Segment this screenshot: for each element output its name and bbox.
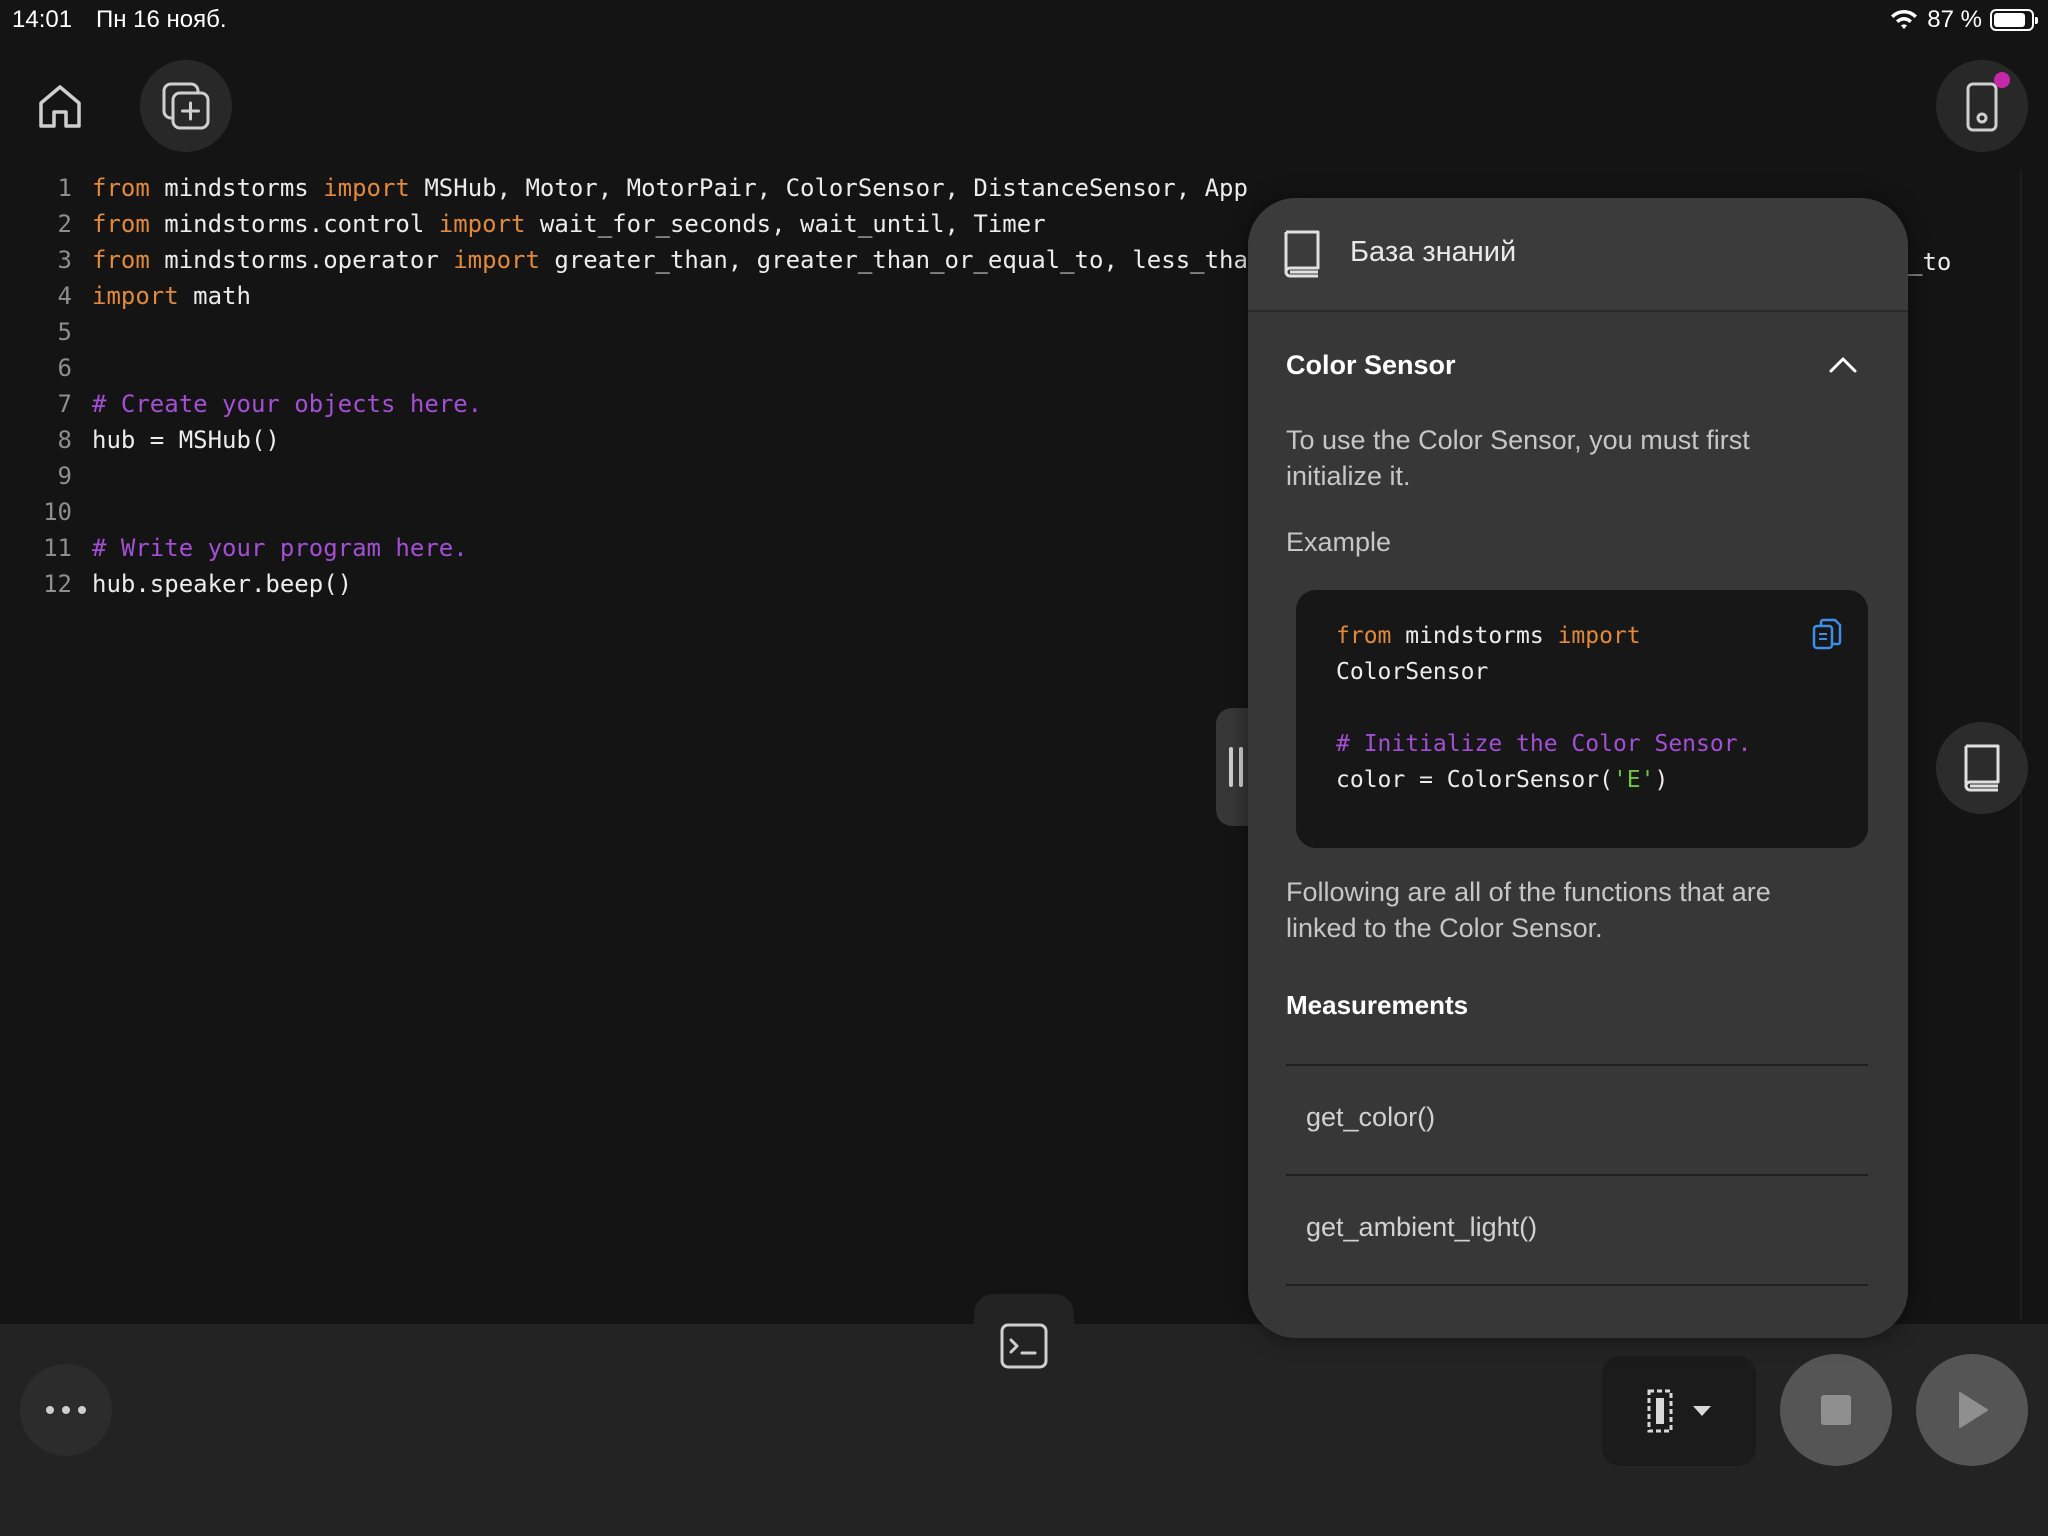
home-icon: [39, 85, 81, 128]
home-button[interactable]: [14, 60, 106, 152]
code-line[interactable]: 5: [28, 314, 92, 350]
battery-icon: [1990, 9, 2038, 31]
measurements-title: Measurements: [1286, 990, 1469, 1020]
code-keyword: import: [438, 210, 526, 238]
status-time: 14:01: [12, 6, 73, 33]
code-line[interactable]: 8 hub = MSHub(): [28, 422, 280, 458]
intro-text: To use the Color Sensor, you must first …: [1286, 425, 1750, 491]
code-line[interactable]: 12 hub.speaker.beep(): [28, 566, 352, 602]
code-line[interactable]: 10: [28, 494, 92, 530]
function-item-get-ambient-light[interactable]: get_ambient_light(): [1286, 1174, 1868, 1286]
more-options-button[interactable]: [20, 1364, 112, 1456]
book-icon: [1964, 744, 2000, 792]
knowledge-base-toggle-button[interactable]: [1936, 722, 2028, 814]
book-icon: [1284, 230, 1320, 278]
knowledge-base-title: База знаний: [1350, 236, 1517, 268]
code-comment: # Initialize the Color Sensor.: [1336, 731, 1752, 757]
console-toggle-tab[interactable]: [974, 1294, 1074, 1398]
code-keyword: import: [323, 174, 410, 202]
code-keyword: from: [92, 210, 150, 238]
wifi-icon: [1891, 9, 1918, 29]
code-line[interactable]: 11 # Write your program here.: [28, 530, 468, 566]
code-keyword: import: [92, 282, 179, 310]
code-keyword: import: [453, 246, 540, 274]
code-line-1: from mindstorms import: [1336, 618, 1641, 654]
code-line-3-overflow: _to: [1908, 248, 1952, 276]
code-line[interactable]: 9: [28, 458, 92, 494]
terminal-icon: [1000, 1323, 1048, 1369]
code-text: wait_for_seconds, wait_until, Timer: [525, 210, 1046, 238]
code-comment: # Create your objects here.: [92, 390, 483, 418]
functions-intro-text: Following are all of the functions that …: [1286, 877, 1771, 943]
code-line[interactable]: 2 from mindstorms.control import wait_for…: [28, 206, 1046, 242]
function-item-get-color[interactable]: get_color(): [1286, 1064, 1868, 1174]
code-string: 'E': [1612, 767, 1655, 793]
code-comment: # Write your program here.: [92, 534, 468, 562]
code-keyword: from: [92, 174, 150, 202]
code-text: color = ColorSensor(: [1336, 767, 1613, 793]
code-text: mindstorms: [1391, 623, 1558, 649]
code-line[interactable]: 3 from mindstorms.operator import greater…: [28, 242, 1248, 278]
code-keyword: import: [1557, 623, 1641, 649]
function-label: get_color(): [1306, 1102, 1436, 1132]
notification-dot: [1994, 72, 2010, 88]
code-keyword: from: [92, 246, 150, 274]
editor-scrollbar-track[interactable]: [2020, 170, 2048, 1320]
code-text: hub = MSHub(): [92, 426, 280, 454]
line-number: 6: [57, 354, 72, 382]
code-line-2: ColorSensor: [1336, 659, 1489, 685]
stop-icon: [1821, 1395, 1851, 1425]
code-text: mindstorms: [149, 174, 324, 202]
line-number: 1: [57, 174, 72, 202]
line-number: 9: [57, 462, 72, 490]
code-text: mindstorms.operator: [149, 246, 454, 274]
code-line[interactable]: 6: [28, 350, 92, 386]
code-text: hub.speaker.beep(): [92, 570, 353, 598]
example-code-block: from mindstorms import ColorSensor # Ini…: [1296, 590, 1868, 848]
chevron-down-icon: [1693, 1406, 1711, 1416]
line-number: 10: [43, 498, 72, 526]
code-text: greater_than, greater_than_or_equal_to, …: [539, 246, 1248, 274]
status-bar: 14:01 Пн 16 нояб. 87 %: [0, 0, 2048, 40]
chevron-up-icon[interactable]: [1828, 354, 1858, 374]
code-line[interactable]: 1 from mindstorms import MSHub, Motor, Mo…: [28, 170, 1248, 206]
line-number: 11: [43, 534, 72, 562]
battery-fill: [1994, 13, 2026, 27]
line-number: 5: [57, 318, 72, 346]
knowledge-base-header: База знаний: [1248, 198, 1908, 312]
new-project-button[interactable]: [140, 60, 232, 152]
code-line[interactable]: 7 # Create your objects here.: [28, 386, 483, 422]
code-text: math: [178, 282, 251, 310]
stop-button[interactable]: [1780, 1354, 1892, 1466]
play-button[interactable]: [1916, 1354, 2028, 1466]
hub-connection-button[interactable]: [1936, 60, 2028, 152]
copy-icon[interactable]: [1812, 618, 1842, 652]
line-number: 12: [43, 570, 72, 598]
code-text: mindstorms.control: [149, 210, 439, 238]
play-icon: [1959, 1392, 1988, 1428]
code-line-4: color = ColorSensor('E'): [1336, 762, 1668, 798]
more-icon: [46, 1406, 86, 1414]
code-text: MSHub, Motor, MotorPair, ColorSensor, Di…: [409, 174, 1248, 202]
section-title[interactable]: Color Sensor: [1286, 350, 1456, 381]
status-date: Пн 16 нояб.: [96, 6, 227, 33]
slot-selector[interactable]: [1602, 1356, 1756, 1466]
add-project-icon: [162, 82, 210, 130]
hub-slot-icon: [1647, 1389, 1673, 1433]
line-number: 3: [57, 246, 72, 274]
function-label: get_ambient_light(): [1306, 1212, 1538, 1242]
example-label: Example: [1286, 527, 1392, 557]
knowledge-base-panel: База знаний Color Sensor To use the Colo…: [1248, 198, 1908, 1338]
code-keyword: from: [1336, 623, 1392, 649]
line-number: 7: [57, 390, 72, 418]
line-number: 8: [57, 426, 72, 454]
line-number: 2: [57, 210, 72, 238]
code-line[interactable]: 4 import math: [28, 278, 251, 314]
status-indicators: 87 %: [1889, 6, 2038, 34]
line-number: 4: [57, 282, 72, 310]
battery-percent: 87 %: [1927, 6, 1982, 33]
code-text: ): [1654, 767, 1669, 793]
